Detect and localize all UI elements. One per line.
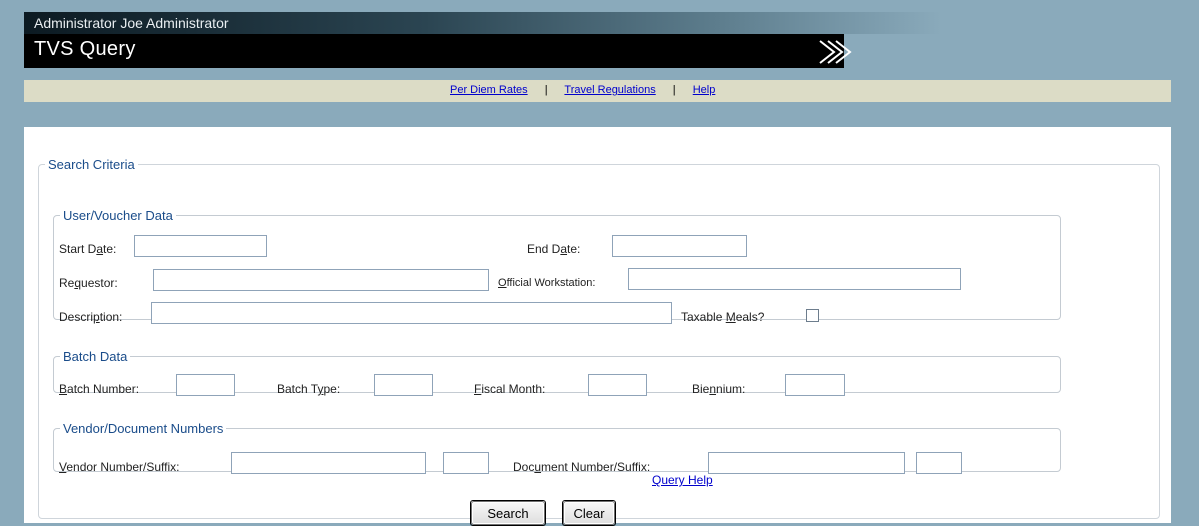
fiscal-month-label: Fiscal Month: bbox=[474, 382, 546, 396]
requestor-input[interactable] bbox=[153, 269, 489, 291]
search-button[interactable]: Search bbox=[471, 501, 545, 525]
search-button-frame: Search bbox=[470, 500, 546, 526]
official-workstation-input[interactable] bbox=[628, 268, 961, 290]
batch-data-group: Batch Data Batch Number: Batch Type: Fis… bbox=[53, 349, 1061, 396]
vendor-number-label: Vendor Number/Suffix: bbox=[59, 460, 180, 474]
per-diem-rates-link[interactable]: Per Diem Rates bbox=[450, 84, 528, 96]
user-voucher-group: User/Voucher Data Start Date: End Date: … bbox=[53, 208, 1061, 324]
official-workstation-label: Official Workstation: bbox=[498, 277, 596, 289]
vendor-number-input[interactable] bbox=[231, 452, 426, 474]
user-name: Administrator Joe Administrator bbox=[34, 15, 229, 31]
batch-type-label: Batch Type: bbox=[277, 382, 341, 396]
title-bar: TVS Query bbox=[24, 34, 852, 68]
start-date-input[interactable] bbox=[134, 235, 267, 257]
clear-button[interactable]: Clear bbox=[563, 501, 615, 525]
batch-data-legend: Batch Data bbox=[63, 349, 128, 364]
vendor-document-legend: Vendor/Document Numbers bbox=[63, 421, 224, 436]
header-banner: Administrator Joe Administrator TVS Quer… bbox=[24, 12, 1171, 82]
vendor-document-group: Vendor/Document Numbers Vendor Number/Su… bbox=[53, 421, 1061, 474]
taxable-meals-label: Taxable Meals? bbox=[681, 310, 765, 324]
double-chevron-right-icon bbox=[819, 40, 852, 64]
query-panel: Search Criteria User/Voucher Data Start … bbox=[24, 127, 1171, 526]
description-label: Description: bbox=[59, 310, 123, 324]
end-date-input[interactable] bbox=[612, 235, 747, 257]
end-date-label: End Date: bbox=[527, 242, 581, 256]
document-number-label: Document Number/Suffix: bbox=[513, 460, 651, 474]
query-help-link[interactable]: Query Help bbox=[652, 473, 713, 487]
requestor-label: Requestor: bbox=[59, 276, 118, 290]
biennium-input[interactable] bbox=[785, 374, 845, 396]
app-title: TVS Query bbox=[34, 38, 136, 60]
help-link[interactable]: Help bbox=[693, 84, 716, 96]
batch-number-input[interactable] bbox=[176, 374, 235, 396]
fiscal-month-input[interactable] bbox=[588, 374, 647, 396]
user-voucher-legend: User/Voucher Data bbox=[63, 208, 173, 223]
taxable-meals-checkbox[interactable] bbox=[806, 309, 819, 322]
nav-strip: Per Diem Rates | Travel Regulations | He… bbox=[24, 80, 1171, 102]
start-date-label: Start Date: bbox=[59, 242, 117, 256]
search-criteria-group: Search Criteria User/Voucher Data Start … bbox=[38, 157, 1160, 526]
biennium-label: Biennium: bbox=[692, 382, 746, 396]
travel-regulations-link[interactable]: Travel Regulations bbox=[564, 84, 655, 96]
document-suffix-input[interactable] bbox=[916, 452, 962, 474]
document-number-input[interactable] bbox=[708, 452, 905, 474]
batch-type-input[interactable] bbox=[374, 374, 433, 396]
batch-number-label: Batch Number: bbox=[59, 382, 140, 396]
clear-button-frame: Clear bbox=[562, 500, 616, 526]
description-input[interactable] bbox=[151, 302, 672, 324]
vendor-suffix-input[interactable] bbox=[443, 452, 489, 474]
search-criteria-legend: Search Criteria bbox=[48, 157, 135, 172]
nav-separator: | bbox=[544, 84, 548, 96]
user-line: Administrator Joe Administrator bbox=[24, 12, 1171, 34]
nav-separator: | bbox=[672, 84, 676, 96]
